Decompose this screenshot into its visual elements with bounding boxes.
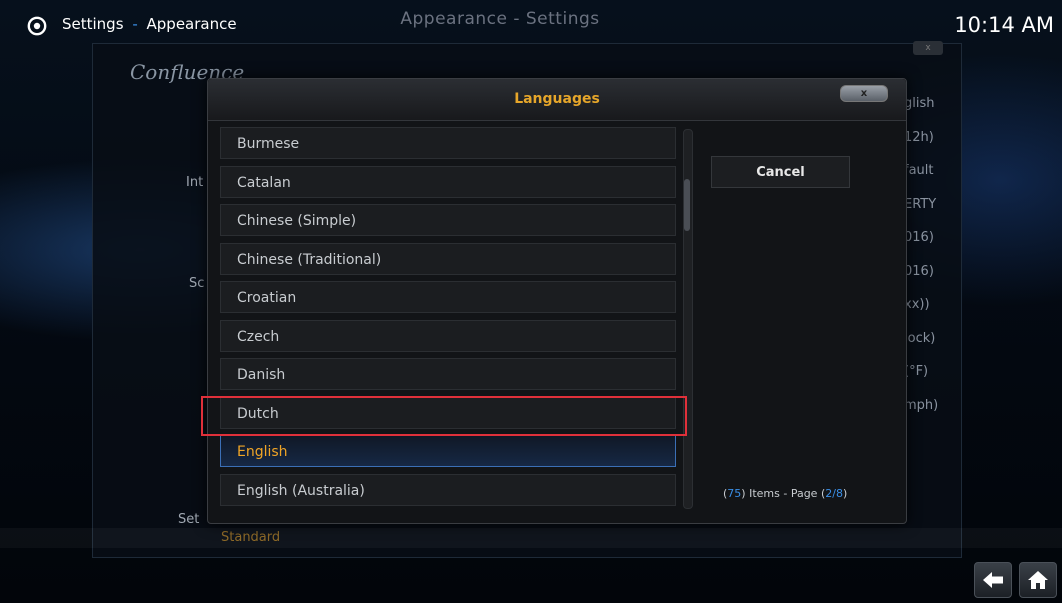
dialog-title: Languages [514, 91, 600, 107]
scrollbar-thumb[interactable] [684, 179, 690, 231]
item-count: 75 [727, 487, 742, 500]
setting-value: (°F) [904, 364, 929, 379]
appearance-settings-title: Appearance - Settings [400, 9, 600, 29]
setting-value: xx)) [904, 297, 930, 312]
home-icon [1028, 571, 1048, 589]
dialog-header: Languages x [208, 79, 906, 121]
highlight-box [201, 396, 687, 436]
page-info-paren: ) [842, 487, 848, 500]
list-item-label: Croatian [237, 290, 297, 306]
setting-value: ERTY [904, 196, 937, 212]
background-close-button[interactable]: x [913, 41, 943, 55]
list-item-label: English (Australia) [237, 482, 365, 499]
languages-dialog: Languages x Burmese Catalan Chinese (Sim… [207, 78, 907, 524]
back-arrow-icon [983, 572, 1003, 588]
home-button[interactable] [1019, 562, 1057, 598]
category-label-sc[interactable]: Sc [189, 276, 204, 291]
category-label-int[interactable]: Int [186, 175, 203, 190]
page-number: 2/8 [825, 487, 843, 500]
list-item[interactable]: Chinese (Simple) [220, 204, 676, 236]
list-item-selected[interactable]: English [220, 435, 676, 467]
setting-value: 016) [904, 230, 934, 245]
list-item-label: Catalan [237, 174, 291, 191]
list-item-label: Burmese [237, 136, 300, 152]
list-item-label: Danish [237, 367, 286, 383]
cancel-button[interactable]: Cancel [711, 156, 850, 188]
category-label-set[interactable]: Set [178, 512, 199, 527]
bottom-strip [0, 528, 1062, 548]
list-item[interactable]: Danish [220, 358, 676, 390]
setting-value: fault [904, 163, 934, 178]
list-item[interactable]: English (Australia) [220, 473, 676, 506]
cancel-button-label: Cancel [756, 165, 805, 180]
list-item[interactable]: Czech [220, 319, 676, 352]
setting-value: lock) [904, 330, 936, 346]
list-item[interactable]: Croatian [220, 281, 676, 313]
setting-value: glish [904, 96, 935, 111]
dialog-close-button[interactable]: x [840, 85, 888, 102]
list-item[interactable]: Catalan [220, 165, 676, 198]
list-item[interactable]: Chinese (Traditional) [220, 242, 676, 275]
setting-value: mph) [904, 397, 939, 413]
setting-value: 016) [904, 263, 934, 279]
list-item-label: English [237, 444, 288, 460]
list-item-label: Czech [237, 328, 280, 345]
page-info-text: ) Items - Page ( [741, 487, 826, 500]
page-info: (75) Items - Page (2/8) [723, 487, 847, 500]
list-item[interactable]: Burmese [220, 127, 676, 159]
back-button[interactable] [974, 562, 1012, 598]
list-item-label: Chinese (Traditional) [237, 251, 382, 268]
setting-values-column: glish 12h) fault ERTY 016) 016) xx)) loc… [904, 96, 938, 431]
list-item-label: Chinese (Simple) [237, 213, 357, 229]
setting-value: 12h) [904, 129, 934, 145]
